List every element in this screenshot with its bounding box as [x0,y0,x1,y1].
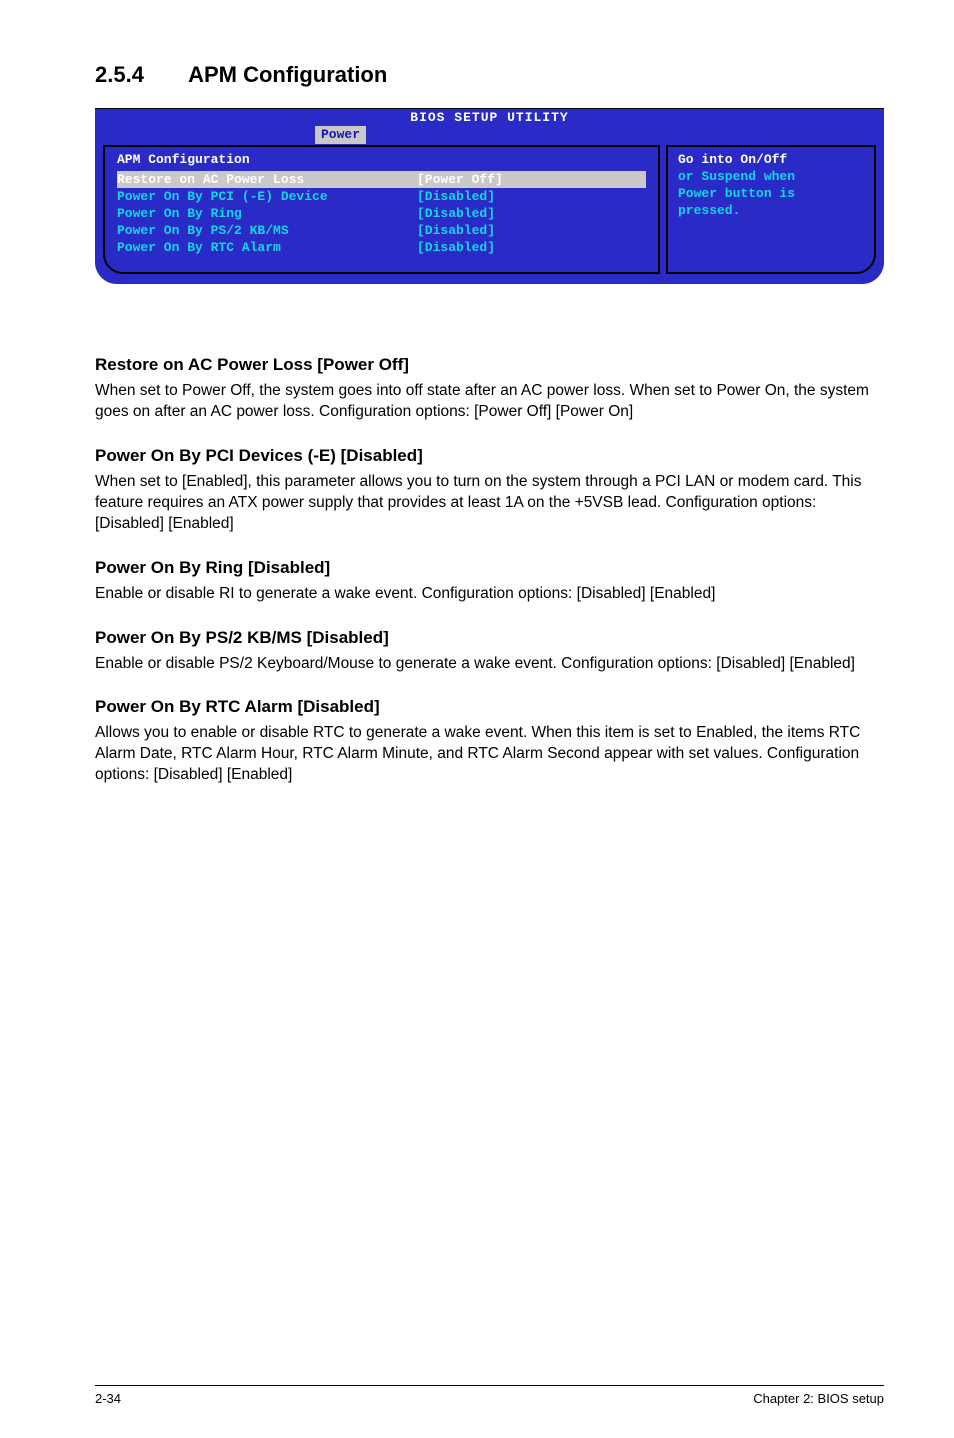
page-number: 2-34 [95,1390,121,1408]
bios-row: Power On By PCI (-E) Device [Disabled] [117,188,646,205]
sub-heading: Power On By Ring [Disabled] [95,557,884,580]
bios-row: Power On By RTC Alarm [Disabled] [117,239,646,256]
body-paragraph: Enable or disable PS/2 Keyboard/Mouse to… [95,654,884,675]
bios-row: Power On By Ring [Disabled] [117,205,646,222]
sub-heading: Power On By RTC Alarm [Disabled] [95,696,884,719]
bios-help-line: Power button is [678,185,864,202]
bios-row-key: Power On By RTC Alarm [117,239,417,256]
section-number: 2.5.4 [95,60,144,90]
sub-heading: Restore on AC Power Loss [Power Off] [95,354,884,377]
bios-row-key: Power On By PS/2 KB/MS [117,222,417,239]
bios-row-val: [Disabled] [417,188,646,205]
sub-heading: Power On By PCI Devices (-E) [Disabled] [95,445,884,468]
sub-heading: Power On By PS/2 KB/MS [Disabled] [95,627,884,650]
bios-screenshot: BIOS SETUP UTILITY Power APM Configurati… [95,108,884,285]
bios-row-selected: Restore on AC Power Loss [Power Off] [117,171,646,188]
bios-main-panel: APM Configuration Restore on AC Power Lo… [103,145,660,275]
body-paragraph: Allows you to enable or disable RTC to g… [95,723,884,786]
bios-help-line: or Suspend when [678,168,864,185]
bios-row-key: Power On By PCI (-E) Device [117,188,417,205]
bios-section-title: APM Configuration [117,151,646,169]
bios-row: Power On By PS/2 KB/MS [Disabled] [117,222,646,239]
bios-row-val: [Disabled] [417,222,646,239]
bios-row-val: [Disabled] [417,205,646,222]
bios-row-key: Restore on AC Power Loss [117,171,417,188]
bios-help-line: pressed. [678,202,864,219]
bios-row-val: [Power Off] [417,171,646,188]
section-heading: 2.5.4 APM Configuration [95,60,884,90]
chapter-label: Chapter 2: BIOS setup [753,1390,884,1408]
body-paragraph: When set to Power Off, the system goes i… [95,381,884,423]
bios-header: BIOS SETUP UTILITY [95,109,884,127]
bios-row-key: Power On By Ring [117,205,417,222]
bios-help-panel: Go into On/Off or Suspend when Power but… [666,145,876,275]
body-paragraph: When set to [Enabled], this parameter al… [95,472,884,535]
page-footer: 2-34 Chapter 2: BIOS setup [95,1385,884,1408]
bios-tab-power: Power [315,126,366,144]
bios-help-line: Go into On/Off [678,151,864,168]
bios-tab-bar: Power [95,127,884,145]
section-title: APM Configuration [188,60,387,90]
bios-row-val: [Disabled] [417,239,646,256]
body-paragraph: Enable or disable RI to generate a wake … [95,584,884,605]
